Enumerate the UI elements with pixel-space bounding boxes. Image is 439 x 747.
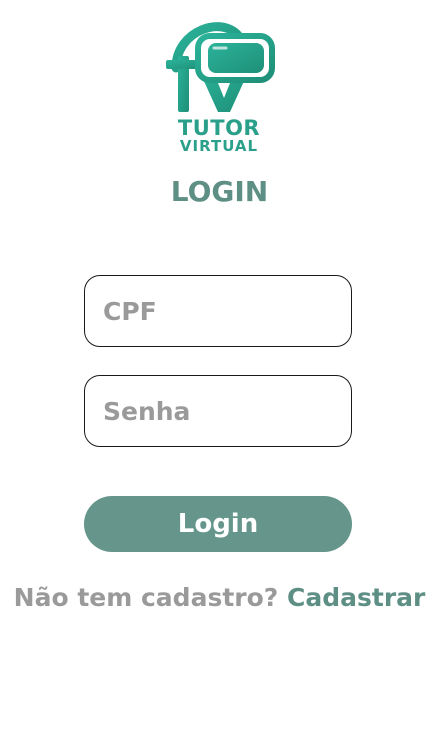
password-input[interactable] bbox=[103, 376, 333, 446]
login-button[interactable]: Login bbox=[84, 496, 352, 552]
cpf-field[interactable] bbox=[84, 275, 352, 347]
page-title: LOGIN bbox=[170, 175, 269, 208]
signup-link[interactable]: Cadastrar bbox=[287, 583, 425, 612]
senha-field[interactable] bbox=[84, 375, 352, 447]
brand-name-line2: VIRTUAL bbox=[179, 137, 259, 155]
signup-prompt-text: Não tem cadastro? bbox=[13, 583, 279, 612]
cpf-input[interactable] bbox=[103, 276, 333, 346]
signup-prompt-row: Não tem cadastro? Cadastrar bbox=[0, 580, 439, 616]
vr-headset-tv-logo-icon bbox=[166, 22, 275, 112]
